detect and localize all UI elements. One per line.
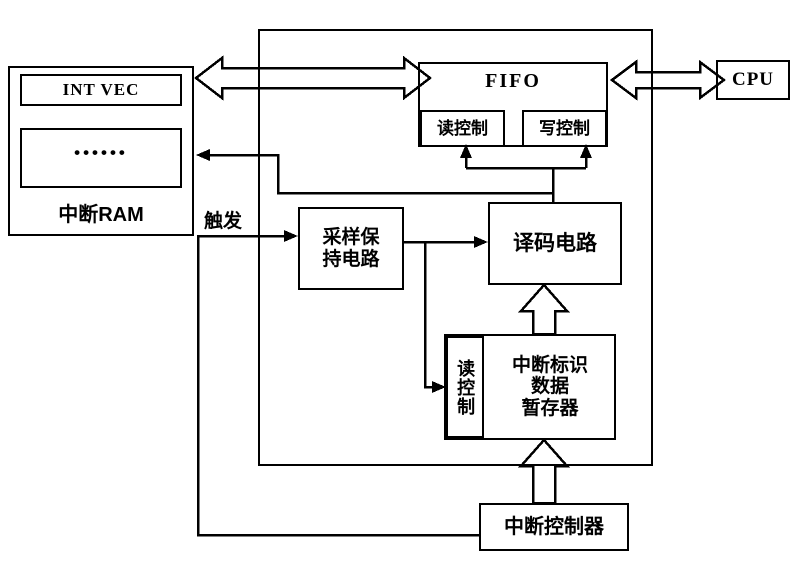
register-label-line1: 中断标识: [511, 355, 588, 377]
int-vec-label: INT VEC: [62, 80, 140, 100]
diagram-canvas: FIFO ===== --> CPU ===== -->: [0, 0, 800, 573]
register-read-control-block: 读控制: [446, 336, 484, 438]
decoder-to-ram-arrowhead: [196, 149, 210, 161]
decoder-circuit-block: 译码电路: [488, 202, 622, 285]
interrupt-ram-label: 中断RAM: [58, 204, 144, 226]
interrupt-controller-block: 中断控制器: [479, 503, 629, 551]
register-read-control-label: 读控制: [455, 358, 476, 416]
fifo-read-control-label: 读控制: [437, 118, 488, 138]
sample-hold-circuit-block: 采样保 持电路: [298, 207, 404, 290]
register-label-line3: 暂存器: [521, 397, 579, 419]
sample-hold-label-line1: 采样保: [322, 227, 380, 249]
fifo-write-control-block: 写控制: [522, 110, 607, 147]
trigger-label: 触发: [204, 211, 243, 232]
fifo-label: FIFO: [485, 70, 541, 92]
interrupt-controller-label: 中断控制器: [504, 515, 604, 538]
int-vec-cell: INT VEC: [20, 74, 182, 106]
fifo-read-control-block: 读控制: [420, 110, 505, 147]
cpu-block: CPU: [716, 60, 790, 100]
sample-hold-label-line2: 持电路: [322, 248, 380, 270]
decoder-label: 译码电路: [513, 231, 597, 255]
fifo-write-control-label: 写控制: [539, 118, 590, 138]
register-label-line2: 数据: [530, 376, 569, 398]
interrupt-flag-register-block: 中断标识 数据 暂存器: [486, 336, 614, 438]
cpu-label: CPU: [731, 69, 775, 91]
ram-cells-ellipsis: ••••••: [74, 143, 128, 162]
